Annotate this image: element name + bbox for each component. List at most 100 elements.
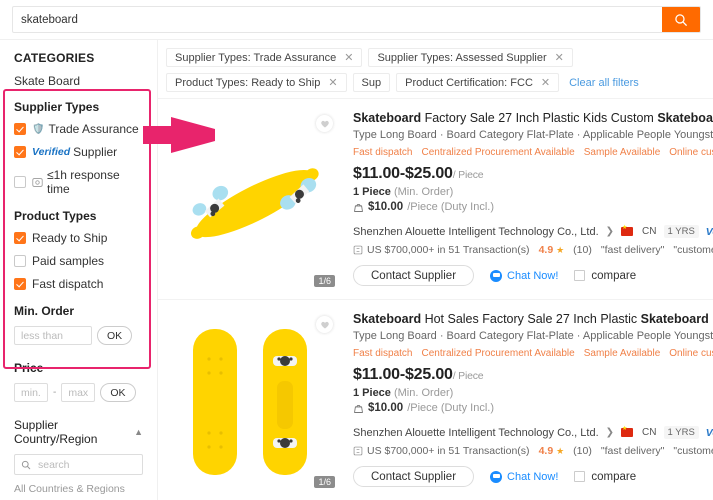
- favorite-button[interactable]: [316, 115, 333, 132]
- filter-verified-supplier[interactable]: Verified Supplier: [14, 145, 143, 159]
- image-counter: 1/6: [314, 275, 335, 287]
- supplier-row: Shenzhen Alouette Intelligent Technology…: [353, 225, 713, 238]
- product-title[interactable]: Skateboard Factory Sale 27 Inch Plastic …: [353, 111, 713, 126]
- product-tag: Sample Available: [583, 348, 661, 359]
- chip-label: Supplier Types: Trade Assurance: [175, 51, 337, 64]
- filter-trade-assurance[interactable]: 🛡️ Trade Assurance: [14, 122, 143, 136]
- chip-label: Product Certification: FCC: [405, 76, 533, 89]
- filter-response-time[interactable]: ≤1h response time: [14, 168, 143, 196]
- filter-label: Fast dispatch: [32, 277, 104, 291]
- supplier-stats: US $700,000+ in 51 Transaction(s) 4.9 ★ …: [353, 445, 713, 457]
- price-title: Price: [14, 361, 44, 375]
- star-icon: ★: [556, 446, 565, 456]
- price-ok-button[interactable]: OK: [100, 383, 136, 402]
- close-icon[interactable]: ✕: [555, 51, 564, 64]
- skateboard-angled-yellow-image: [190, 168, 319, 239]
- product-card[interactable]: 1/6 Skateboard Hot Sales Factory Sale 27…: [158, 300, 713, 500]
- product-info: Skateboard Factory Sale 27 Inch Plastic …: [339, 109, 713, 291]
- results-panel: Supplier Types: Trade Assurance ✕ Suppli…: [157, 40, 713, 500]
- tax-icon: [354, 404, 363, 413]
- min-order-input[interactable]: [14, 326, 92, 345]
- price-max-input[interactable]: [61, 383, 96, 402]
- chip-label: Product Types: Ready to Ship: [175, 76, 321, 89]
- min-order-ok-button[interactable]: OK: [97, 326, 133, 345]
- contact-supplier-button[interactable]: Contact Supplier: [353, 466, 475, 487]
- compare-checkbox[interactable]: compare: [574, 471, 636, 483]
- filter-label: ≤1h response time: [47, 168, 120, 196]
- filter-fast-dispatch[interactable]: Fast dispatch: [14, 277, 143, 291]
- clear-all-filters-link[interactable]: Clear all filters: [565, 73, 639, 92]
- country-search-box[interactable]: [14, 454, 143, 475]
- review-count: (10): [573, 445, 592, 457]
- review-count: (10): [573, 244, 592, 256]
- min-order-title: Min. Order: [14, 304, 75, 318]
- product-tag: Online customization: [669, 147, 713, 158]
- supplier-name[interactable]: Shenzhen Alouette Intelligent Technology…: [353, 427, 599, 439]
- price-min-input[interactable]: [14, 383, 48, 402]
- close-icon[interactable]: ✕: [344, 51, 353, 64]
- supplier-name[interactable]: Shenzhen Alouette Intelligent Technology…: [353, 226, 599, 238]
- chevron-up-icon: ▲: [134, 427, 143, 437]
- search-button[interactable]: [662, 7, 700, 32]
- filter-chip[interactable]: Product Certification: FCC ✕: [396, 73, 560, 92]
- filter-paid-samples[interactable]: Paid samples: [14, 254, 143, 268]
- min-order-controls: OK: [14, 326, 143, 345]
- product-subtitle: Type Long Board · Board Category Flat-Pl…: [353, 330, 713, 342]
- china-flag-icon: [621, 426, 634, 437]
- supplier-country-header[interactable]: Supplier Country/Region ▲: [14, 418, 143, 446]
- review-tag: "fast delivery": [600, 445, 665, 457]
- search-input[interactable]: [13, 7, 662, 32]
- transaction-icon: [353, 446, 363, 456]
- search-results-page: CATEGORIES Skate Board Supplier Types 🛡️…: [0, 0, 713, 500]
- heart-icon: [320, 321, 329, 328]
- checkbox-paid-samples[interactable]: [14, 255, 26, 267]
- contact-supplier-button[interactable]: Contact Supplier: [353, 265, 475, 286]
- filter-chip[interactable]: Product Types: Ready to Ship ✕: [166, 73, 347, 92]
- price-controls: - OK: [14, 383, 143, 402]
- checkbox-compare[interactable]: [574, 471, 586, 482]
- chevron-right-icon: ❯: [605, 427, 615, 438]
- checkbox-compare[interactable]: [574, 270, 586, 281]
- supplier-rating: 4.9 ★: [538, 445, 565, 457]
- transaction-info: US $700,000+ in 51 Transaction(s): [353, 244, 530, 256]
- chat-now-button[interactable]: Chat Now!: [490, 470, 558, 483]
- country-search-input[interactable]: [36, 457, 136, 472]
- chip-label: Supplier Types: Assessed Supplier: [377, 51, 547, 64]
- filter-label: Paid samples: [32, 254, 105, 268]
- chip-label: Sup: [361, 76, 382, 89]
- filter-ready-to-ship[interactable]: Ready to Ship: [14, 231, 143, 245]
- product-tag: Online customization: [669, 348, 713, 359]
- favorite-button[interactable]: [316, 316, 333, 333]
- product-thumbnail[interactable]: 1/6: [166, 109, 339, 291]
- chat-now-button[interactable]: Chat Now!: [490, 269, 558, 282]
- product-tag: Sample Available: [583, 147, 661, 158]
- review-tag: "fast delivery": [600, 244, 665, 256]
- checkbox-fast-dispatch[interactable]: [14, 278, 26, 290]
- category-link-skate-board[interactable]: Skate Board: [14, 74, 143, 88]
- supplier-rating: 4.9 ★: [538, 244, 565, 256]
- image-counter: 1/6: [314, 476, 335, 488]
- product-actions: Contact Supplier Chat Now! compare: [353, 265, 713, 286]
- filter-chip[interactable]: Supplier Types: Assessed Supplier ✕: [368, 48, 573, 67]
- filter-chip[interactable]: Supplier Types: Trade Assurance ✕: [166, 48, 363, 67]
- close-icon[interactable]: ✕: [541, 76, 550, 89]
- product-tags: Fast dispatch Centralized Procurement Av…: [353, 348, 713, 359]
- product-card[interactable]: 1/6 Skateboard Factory Sale 27 Inch Plas…: [158, 99, 713, 300]
- compare-checkbox[interactable]: compare: [574, 270, 636, 282]
- filter-label: Supplier: [73, 145, 118, 159]
- close-icon[interactable]: ✕: [328, 76, 337, 89]
- checkbox-response-time[interactable]: [14, 176, 26, 188]
- checkbox-ready-to-ship[interactable]: [14, 232, 26, 244]
- shield-icon: 🛡️: [32, 123, 45, 135]
- verified-badge: Verified: [705, 426, 713, 439]
- filter-chip[interactable]: Sup: [352, 73, 391, 92]
- product-tag: Centralized Procurement Available: [421, 348, 575, 359]
- product-actions: Contact Supplier Chat Now! compare: [353, 466, 713, 487]
- product-title[interactable]: Skateboard Hot Sales Factory Sale 27 Inc…: [353, 312, 713, 327]
- product-price: $11.00-$25.00/ Piece: [353, 366, 484, 383]
- checkbox-verified-supplier[interactable]: [14, 146, 26, 158]
- checkbox-trade-assurance[interactable]: [14, 123, 26, 135]
- min-order-info: 1 Piece (Min. Order): [353, 387, 454, 399]
- supplier-years-badge: 1 YRS: [663, 225, 699, 238]
- product-thumbnail[interactable]: 1/6: [166, 310, 339, 492]
